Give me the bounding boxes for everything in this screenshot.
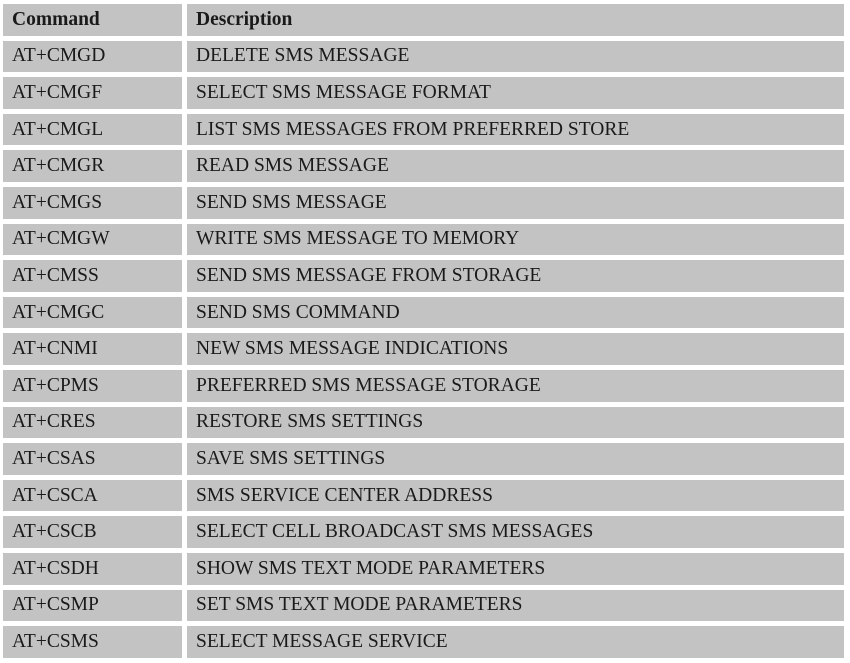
command-cell: AT+CMGD xyxy=(3,40,182,73)
table-row: AT+CSCB SELECT CELL BROADCAST SMS MESSAGE… xyxy=(3,516,844,548)
table-row: AT+CMGL LIST SMS MESSAGES FROM PREFERRED … xyxy=(3,113,844,146)
description-cell: LIST SMS MESSAGES FROM PREFERRED STORE xyxy=(187,113,844,146)
table-row: AT+CMGF SELECT SMS MESSAGE FORMAT xyxy=(3,77,844,109)
table-row: AT+CMGC SEND SMS COMMAND xyxy=(3,296,844,329)
sms-command-table: Command Description AT+CMGD DELETE SMS ME… xyxy=(0,0,849,663)
description-cell: WRITE SMS MESSAGE TO MEMORY xyxy=(187,223,844,256)
description-cell: READ SMS MESSAGE xyxy=(187,150,844,182)
command-cell: AT+CSMS xyxy=(3,626,182,658)
command-cell: AT+CMGC xyxy=(3,296,182,329)
description-cell: SELECT SMS MESSAGE FORMAT xyxy=(187,77,844,109)
description-cell: SAVE SMS SETTINGS xyxy=(187,443,844,475)
table-row: AT+CMGD DELETE SMS MESSAGE xyxy=(3,40,844,73)
command-cell: AT+CMGF xyxy=(3,77,182,109)
description-cell: NEW SMS MESSAGE INDICATIONS xyxy=(187,333,844,365)
table-row: AT+CMSS SEND SMS MESSAGE FROM STORAGE xyxy=(3,260,844,292)
command-cell: AT+CRES xyxy=(3,406,182,439)
command-cell: AT+CMGR xyxy=(3,150,182,182)
description-cell: SEND SMS COMMAND xyxy=(187,296,844,329)
command-cell: AT+CMGS xyxy=(3,186,182,219)
command-cell: AT+CSCA xyxy=(3,479,182,512)
command-cell: AT+CSDH xyxy=(3,552,182,585)
command-cell: AT+CMGL xyxy=(3,113,182,146)
table-row: AT+CMGR READ SMS MESSAGE xyxy=(3,150,844,182)
description-cell: PREFERRED SMS MESSAGE STORAGE xyxy=(187,369,844,402)
header-description: Description xyxy=(187,4,844,36)
description-cell: DELETE SMS MESSAGE xyxy=(187,40,844,73)
command-cell: AT+CSAS xyxy=(3,443,182,475)
description-cell: SHOW SMS TEXT MODE PARAMETERS xyxy=(187,552,844,585)
description-cell: SELECT MESSAGE SERVICE xyxy=(187,626,844,658)
description-cell: SMS SERVICE CENTER ADDRESS xyxy=(187,479,844,512)
table-row: AT+CSMP SET SMS TEXT MODE PARAMETERS xyxy=(3,589,844,622)
command-cell: AT+CNMI xyxy=(3,333,182,365)
table-row: AT+CRES RESTORE SMS SETTINGS xyxy=(3,406,844,439)
table-row: AT+CSCA SMS SERVICE CENTER ADDRESS xyxy=(3,479,844,512)
command-cell: AT+CMGW xyxy=(3,223,182,256)
table-row: AT+CMGS SEND SMS MESSAGE xyxy=(3,186,844,219)
table-body: AT+CMGD DELETE SMS MESSAGE AT+CMGF SELECT S… xyxy=(3,40,844,658)
command-cell: AT+CSMP xyxy=(3,589,182,622)
table-row: AT+CSDH SHOW SMS TEXT MODE PARAMETERS xyxy=(3,552,844,585)
description-cell: RESTORE SMS SETTINGS xyxy=(187,406,844,439)
description-cell: SEND SMS MESSAGE xyxy=(187,186,844,219)
table-row: AT+CMGW WRITE SMS MESSAGE TO MEMORY xyxy=(3,223,844,256)
command-cell: AT+CMSS xyxy=(3,260,182,292)
command-cell: AT+CPMS xyxy=(3,369,182,402)
header-row: Command Description xyxy=(3,4,844,36)
description-cell: SEND SMS MESSAGE FROM STORAGE xyxy=(187,260,844,292)
description-cell: SET SMS TEXT MODE PARAMETERS xyxy=(187,589,844,622)
table-row: AT+CSMS SELECT MESSAGE SERVICE xyxy=(3,626,844,658)
table-row: AT+CSAS SAVE SMS SETTINGS xyxy=(3,443,844,475)
header-command: Command xyxy=(3,4,182,36)
command-cell: AT+CSCB xyxy=(3,516,182,548)
description-cell: SELECT CELL BROADCAST SMS MESSAGES xyxy=(187,516,844,548)
table-row: AT+CPMS PREFERRED SMS MESSAGE STORAGE xyxy=(3,369,844,402)
table-row: AT+CNMI NEW SMS MESSAGE INDICATIONS xyxy=(3,333,844,365)
